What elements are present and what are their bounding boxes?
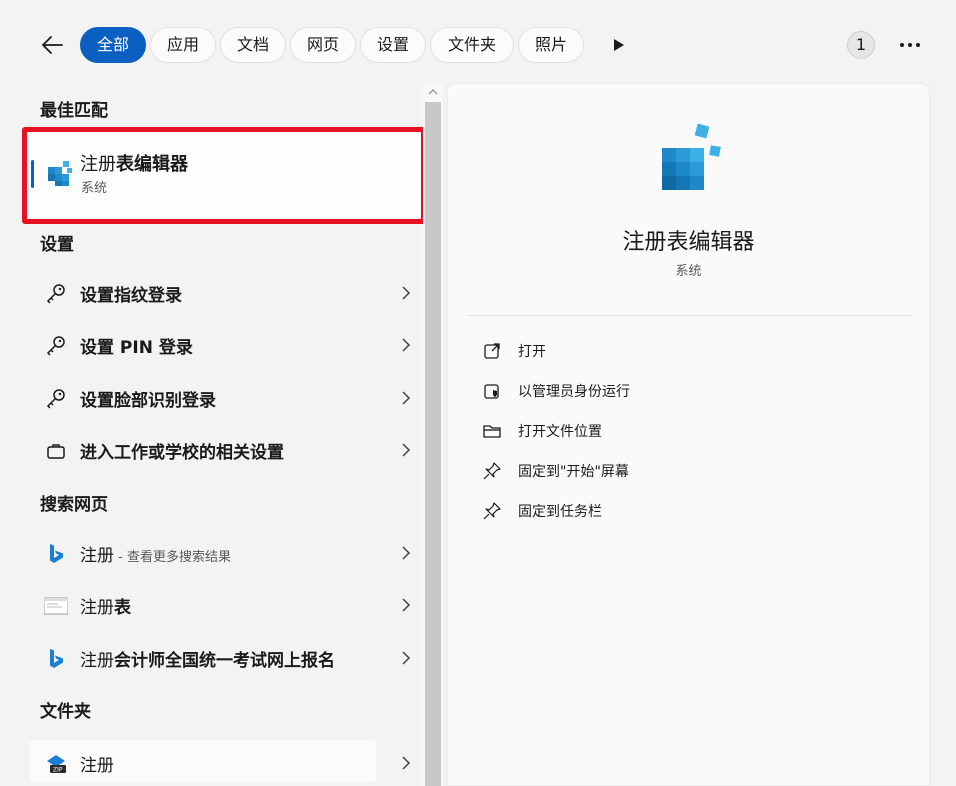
pin-icon [483,502,501,520]
web-item-label: 注册表 [80,598,131,618]
zip-folder-icon: ZIP [47,755,66,774]
settings-item-work-school[interactable]: 进入工作或学校的相关设置 [30,427,420,473]
briefcase-icon [47,444,65,459]
registry-editor-icon [48,161,72,186]
settings-item-label: 进入工作或学校的相关设置 [80,443,284,463]
key-icon [46,389,65,409]
detail-title: 注册表编辑器 [622,230,755,255]
action-label: 固定到任务栏 [518,504,602,520]
section-web-search: 搜索网页 [40,495,108,515]
folder-icon [483,425,501,438]
detail-subtitle: 系统 [675,264,702,279]
webpage-thumbnail-icon [44,597,68,615]
settings-item-pin[interactable]: 设置 PIN 登录 [30,322,420,368]
chevron-right-icon[interactable] [400,755,412,771]
settings-item-face[interactable]: 设置脸部识别登录 [30,375,420,421]
chevron-right-icon [402,443,411,457]
section-folders: 文件夹 [40,702,91,722]
best-match-subtitle: 系统 [81,181,108,196]
action-pin-to-start[interactable]: 固定到"开始"屏幕 [480,456,780,486]
action-label: 打开文件位置 [518,424,602,440]
key-icon [46,336,65,356]
tab-documents[interactable]: 文档 [220,27,286,63]
back-arrow-icon[interactable] [36,28,70,62]
tab-all[interactable]: 全部 [80,27,146,63]
bing-icon [50,544,63,563]
action-label: 以管理员身份运行 [518,384,630,400]
play-more-tabs-icon[interactable] [608,35,628,55]
scrollbar-thumb[interactable] [425,102,441,786]
chevron-right-icon [402,598,411,612]
web-item-more-results[interactable]: 注册 - 查看更多搜索结果 [30,530,420,576]
more-options-icon[interactable] [896,31,924,59]
selection-indicator [31,160,34,188]
bing-icon [50,649,63,668]
settings-item-fingerprint[interactable]: 设置指纹登录 [30,270,420,316]
folder-item-zip[interactable]: ZIP 注册 [30,740,376,782]
chevron-right-icon [402,391,411,405]
tab-folders[interactable]: 文件夹 [430,27,514,63]
svg-text:ZIP: ZIP [53,767,63,774]
action-label: 固定到"开始"屏幕 [518,464,629,480]
pin-icon [483,462,501,480]
section-best-match: 最佳匹配 [40,101,108,121]
folder-item-label: 注册 [80,756,114,776]
action-run-as-admin[interactable]: 以管理员身份运行 [480,376,780,406]
action-label: 打开 [518,344,546,360]
best-match-title: 注册表编辑器 [80,154,188,175]
key-icon [46,284,65,304]
web-item-label: 注册 - 查看更多搜索结果 [80,546,231,566]
tab-photos[interactable]: 照片 [518,27,584,63]
web-item-label: 注册会计师全国统一考试网上报名 [80,651,335,671]
filter-tab-bar: 全部 应用 文档 网页 设置 文件夹 照片 1 [0,0,956,84]
scroll-up-arrow-icon[interactable] [427,86,439,98]
chevron-right-icon [402,338,411,352]
web-item-registry[interactable]: 注册表 [30,582,420,628]
tab-settings[interactable]: 设置 [360,27,426,63]
chevron-right-icon [402,651,411,665]
registry-editor-large-icon [662,123,721,190]
settings-item-label: 设置指纹登录 [80,286,182,306]
chevron-right-icon [402,546,411,560]
section-settings: 设置 [40,235,74,255]
account-badge[interactable]: 1 [847,31,875,59]
settings-item-label: 设置脸部识别登录 [80,391,216,411]
web-item-accountant-exam[interactable]: 注册会计师全国统一考试网上报名 [30,635,420,681]
tab-web[interactable]: 网页 [290,27,356,63]
chevron-right-icon [402,286,411,300]
settings-item-label: 设置 PIN 登录 [80,338,193,358]
action-open[interactable]: 打开 [480,336,780,366]
open-external-icon [484,343,500,359]
divider [468,315,911,316]
tab-apps[interactable]: 应用 [150,27,216,63]
action-pin-to-taskbar[interactable]: 固定到任务栏 [480,496,780,526]
shield-window-icon [484,384,499,399]
action-open-file-location[interactable]: 打开文件位置 [480,416,780,446]
